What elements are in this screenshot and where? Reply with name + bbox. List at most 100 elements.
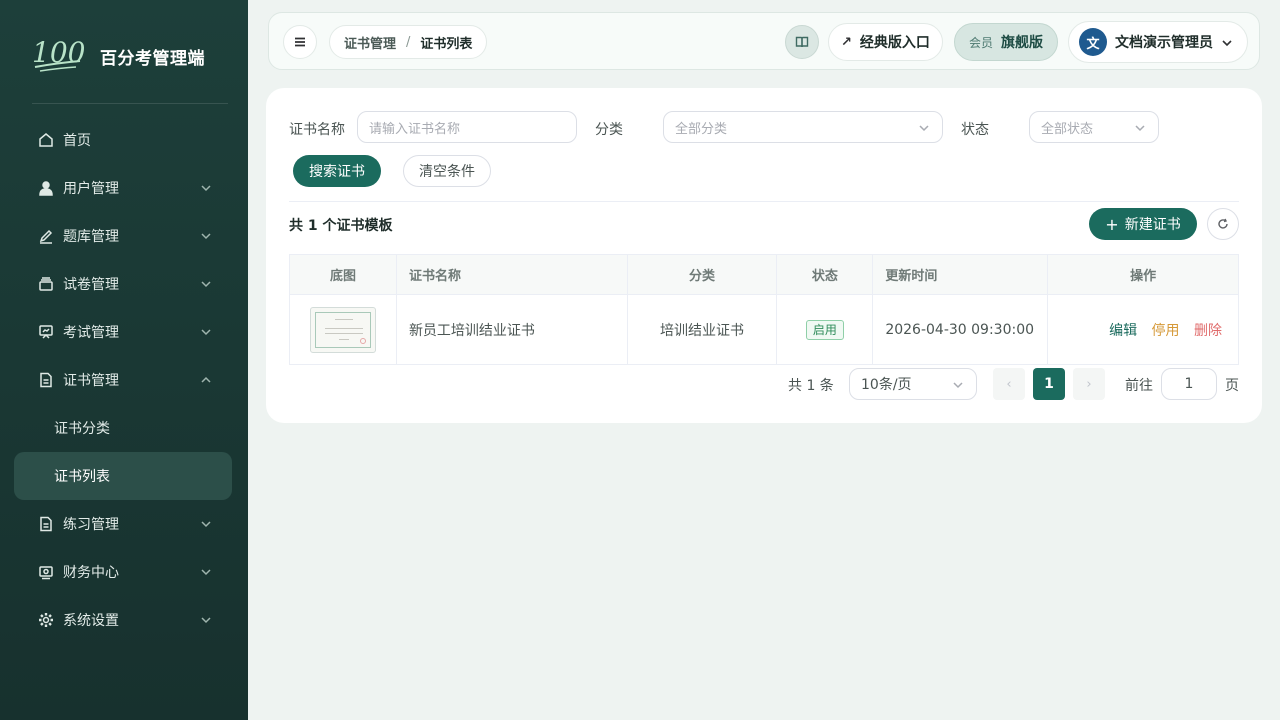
sidebar-item-exams[interactable]: 考试管理 [0, 308, 248, 356]
sidebar-item-practice[interactable]: 练习管理 [0, 500, 248, 548]
member-badge[interactable]: 会员 旗舰版 [954, 23, 1059, 61]
plus-icon: + [1105, 214, 1119, 234]
sidebar-item-label: 试卷管理 [63, 277, 119, 293]
monitor-icon [38, 324, 54, 340]
docs-button[interactable] [785, 25, 819, 59]
home-icon [38, 132, 54, 148]
breadcrumb-separator: / [406, 34, 411, 50]
chevron-down-icon [200, 230, 212, 242]
status-filter-label: 状态 [961, 122, 989, 138]
chevron-down-icon [1134, 122, 1146, 134]
chevron-down-icon [200, 182, 212, 194]
refresh-button[interactable] [1207, 208, 1239, 240]
category-select[interactable]: 全部分类 [663, 111, 943, 143]
refresh-icon [1218, 218, 1228, 229]
sidebar-subitem-cert-categories[interactable]: 证书分类 [0, 404, 248, 452]
chevron-down-icon [200, 614, 212, 626]
status-select-value: 全部状态 [1041, 121, 1094, 137]
chevron-down-icon [952, 379, 964, 391]
sidebar-item-label: 用户管理 [63, 181, 119, 197]
sidebar-item-label: 证书管理 [63, 373, 119, 389]
certificate-updated-time: 2026-04-30 09:30:00 [872, 294, 1049, 365]
sidebar-item-label: 题库管理 [63, 229, 119, 245]
brand: 100 百分考管理端 [0, 0, 248, 104]
edit-icon [38, 228, 54, 244]
goto-page-input[interactable]: 1 [1161, 368, 1217, 400]
row-actions: 编辑 停用 删除 [1047, 294, 1239, 365]
sidebar-item-certificates[interactable]: 证书管理 [0, 356, 248, 404]
chevron-down-icon [918, 122, 930, 134]
prev-page-button[interactable]: ‹ [993, 368, 1025, 400]
breadcrumb-current: 证书列表 [420, 36, 473, 52]
menu-toggle-button[interactable] [283, 25, 317, 59]
chevron-up-icon [200, 374, 212, 386]
breadcrumb-parent[interactable]: 证书管理 [344, 33, 396, 52]
disable-link[interactable]: 停用 [1152, 323, 1180, 339]
status-badge: 启用 [805, 319, 844, 340]
brand-name: 百分考管理端 [100, 49, 205, 69]
arrow-up-right-icon: ↗ [841, 34, 852, 50]
user-menu-button[interactable]: 文 文档演示管理员 [1068, 21, 1248, 63]
certificate-category: 培训结业证书 [626, 294, 778, 365]
certificate-list-card: 证书名称 请输入证书名称 分类 全部分类 状态 全部状态 搜索证书 清空条件 共… [266, 88, 1262, 423]
avatar: 文 [1079, 28, 1107, 56]
certificate-thumbnail-cell [289, 294, 397, 365]
table-row: 新员工培训结业证书 培训结业证书 启用 2026-04-30 09:30:00 … [289, 294, 1239, 365]
name-filter-label: 证书名称 [289, 122, 345, 138]
sidebar-item-label: 练习管理 [63, 517, 119, 533]
pagination-total: 共 1 条 [788, 378, 834, 394]
new-certificate-label: 新建证书 [1124, 217, 1181, 233]
chevron-down-icon [200, 566, 212, 578]
member-label: 会员 [969, 35, 994, 50]
edit-link[interactable]: 编辑 [1109, 323, 1137, 339]
wallet-icon [38, 564, 54, 580]
certificate-count: 共 1 个证书模板 [289, 218, 393, 234]
section-divider [289, 201, 1239, 202]
sidebar-item-home[interactable]: 首页 [0, 116, 248, 164]
sidebar-item-label: 系统设置 [63, 613, 119, 629]
sidebar-item-label: 考试管理 [63, 325, 119, 341]
paper-stack-icon [38, 276, 54, 292]
pagination: 共 1 条 10条/页 ‹ 1 › 前往 1 页 [266, 368, 1262, 400]
chevron-right-icon: › [1086, 376, 1092, 392]
user-name: 文档演示管理员 [1115, 35, 1213, 51]
chevron-down-icon [200, 278, 212, 290]
sidebar-item-papers[interactable]: 试卷管理 [0, 260, 248, 308]
sidebar-item-users[interactable]: 用户管理 [0, 164, 248, 212]
search-certificates-button[interactable]: 搜索证书 [293, 155, 381, 187]
document-icon [38, 516, 54, 532]
delete-link[interactable]: 删除 [1194, 323, 1222, 339]
user-icon [38, 180, 54, 196]
brand-logo-icon: 100 [32, 36, 84, 72]
goto-label: 前往 [1125, 378, 1153, 394]
top-header: 证书管理 / 证书列表 ↗ 经典版入口 会员 旗舰版 文 文档演示管理员 [268, 12, 1260, 70]
new-certificate-button[interactable]: + 新建证书 [1089, 208, 1197, 240]
certificate-thumbnail[interactable] [309, 306, 376, 353]
gear-icon [38, 612, 54, 628]
table-header-row: 底图 证书名称 分类 状态 更新时间 操作 [289, 254, 1239, 295]
column-header-status: 状态 [776, 254, 874, 295]
next-page-button[interactable]: › [1073, 368, 1105, 400]
sidebar-item-question-bank[interactable]: 题库管理 [0, 212, 248, 260]
page-unit-label: 页 [1225, 378, 1239, 394]
certificate-name-placeholder: 请输入证书名称 [369, 121, 461, 137]
sidebar-subitem-cert-list[interactable]: 证书列表 [14, 452, 232, 500]
brand-divider [32, 103, 228, 104]
page-size-select[interactable]: 10条/页 [849, 368, 977, 400]
column-header-category: 分类 [626, 254, 778, 295]
status-select[interactable]: 全部状态 [1029, 111, 1159, 143]
sidebar-item-finance[interactable]: 财务中心 [0, 548, 248, 596]
certificate-name-input[interactable]: 请输入证书名称 [357, 111, 577, 143]
chevron-left-icon: ‹ [1006, 376, 1012, 392]
classic-entry-button[interactable]: ↗ 经典版入口 [828, 23, 943, 61]
page-size-value: 10条/页 [861, 377, 912, 393]
breadcrumb: 证书管理 / 证书列表 [329, 25, 488, 59]
clear-filters-button[interactable]: 清空条件 [403, 155, 491, 187]
sidebar-item-settings[interactable]: 系统设置 [0, 596, 248, 644]
sidebar: 100 百分考管理端 首页 用户管理 题库管理 试卷管理 考试管理 证书管理 证… [0, 0, 248, 720]
chevron-down-icon [200, 518, 212, 530]
category-select-value: 全部分类 [675, 121, 728, 137]
certificate-name: 新员工培训结业证书 [395, 294, 628, 365]
sidebar-item-label: 首页 [63, 133, 91, 149]
page-number-current[interactable]: 1 [1033, 368, 1065, 400]
